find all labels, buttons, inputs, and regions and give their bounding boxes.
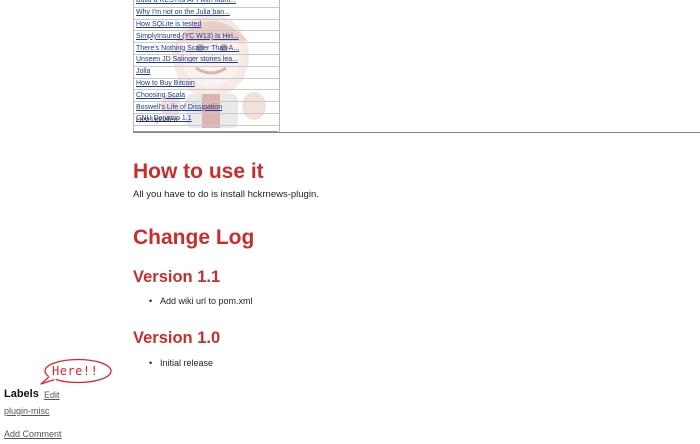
add-comment-link[interactable]: Add Comment — [4, 429, 62, 439]
changelog-heading: Change Log — [133, 226, 255, 249]
table-row: How SQLite is tested131antonios — [134, 19, 279, 32]
story-link[interactable]: How SQLite is tested — [136, 21, 201, 28]
last-updated-text: Last Updated: — [136, 117, 180, 124]
story-link[interactable]: Jolla — [136, 68, 150, 75]
hckrnews-widget: Build a RESTful API with Marti...63bsg75… — [133, 0, 280, 132]
bullet-icon: • — [149, 296, 153, 306]
story-link[interactable]: How to Buy Bitcoin — [136, 80, 195, 87]
list-item: • Initial release — [149, 358, 213, 368]
how-to-use-heading: How to use it — [133, 160, 264, 183]
row-title-cell: There's Nothing Scarier Than A... — [134, 42, 279, 55]
table-row: Jolla684Geee — [134, 66, 279, 79]
how-to-use-text: All you have to do is install hckrnews-p… — [133, 189, 319, 200]
labels-heading: Labels — [4, 388, 39, 400]
changelog-item-text: Initial release — [160, 358, 214, 368]
changelog-item-text: Add wiki url to pom.xml — [160, 296, 253, 306]
table-row: Choosing Scala92mynegation — [134, 89, 279, 103]
table-row: Why I'm not on the Julia ban...3hk__2 — [134, 7, 279, 20]
row-title-cell: Jolla — [134, 66, 279, 79]
row-title-cell: SimplyInsured (YC W13) Is Hiri... — [134, 30, 279, 44]
table-row: Build a RESTful API with Marti...63bsg75 — [134, 0, 279, 8]
news-table: Build a RESTful API with Marti...63bsg75… — [134, 0, 279, 126]
bullet-icon: • — [149, 358, 153, 368]
table-row: Unseen JD Salinger stories lea...42scigu… — [134, 54, 279, 67]
row-title-cell: Choosing Scala — [134, 89, 279, 103]
story-link[interactable]: There's Nothing Scarier Than A... — [136, 45, 239, 52]
story-link[interactable]: Build a RESTful API with Marti... — [136, 0, 236, 4]
table-row: SimplyInsured (YC W13) Is Hiri...2null — [134, 30, 279, 44]
list-item: • Add wiki url to pom.xml — [149, 296, 253, 306]
row-title-cell: How SQLite is tested — [134, 19, 279, 32]
row-title-cell: Why I'm not on the Julia ban... — [134, 7, 279, 20]
version-1-0-heading: Version 1.0 — [133, 329, 221, 347]
callout-text: Here!! — [52, 364, 99, 378]
story-link[interactable]: Unseen JD Salinger stories lea... — [136, 56, 238, 63]
story-link[interactable]: SimplyInsured (YC W13) Is Hiri... — [136, 33, 239, 40]
row-title-cell: Unseen JD Salinger stories lea... — [134, 54, 279, 67]
horizontal-divider — [133, 132, 700, 133]
row-title-cell: Build a RESTful API with Marti... — [134, 0, 279, 8]
label-link-plugin-misc[interactable]: plugin-misc — [4, 406, 50, 416]
labels-edit-link[interactable]: Edit — [44, 390, 60, 400]
table-row: Boswell's Life of Dissipation12jseliger — [134, 101, 279, 114]
table-row: How to Buy Bitcoin103mmaunder — [134, 78, 279, 91]
table-row: There's Nothing Scarier Than A...3grexi — [134, 42, 279, 55]
row-title-cell: Boswell's Life of Dissipation — [134, 101, 279, 114]
story-link[interactable]: Choosing Scala — [136, 92, 185, 99]
story-link[interactable]: Why I'm not on the Julia ban... — [136, 9, 230, 16]
row-title-cell: How to Buy Bitcoin — [134, 78, 279, 91]
story-link[interactable]: Boswell's Life of Dissipation — [136, 104, 222, 111]
version-1-1-heading: Version 1.1 — [133, 268, 221, 286]
